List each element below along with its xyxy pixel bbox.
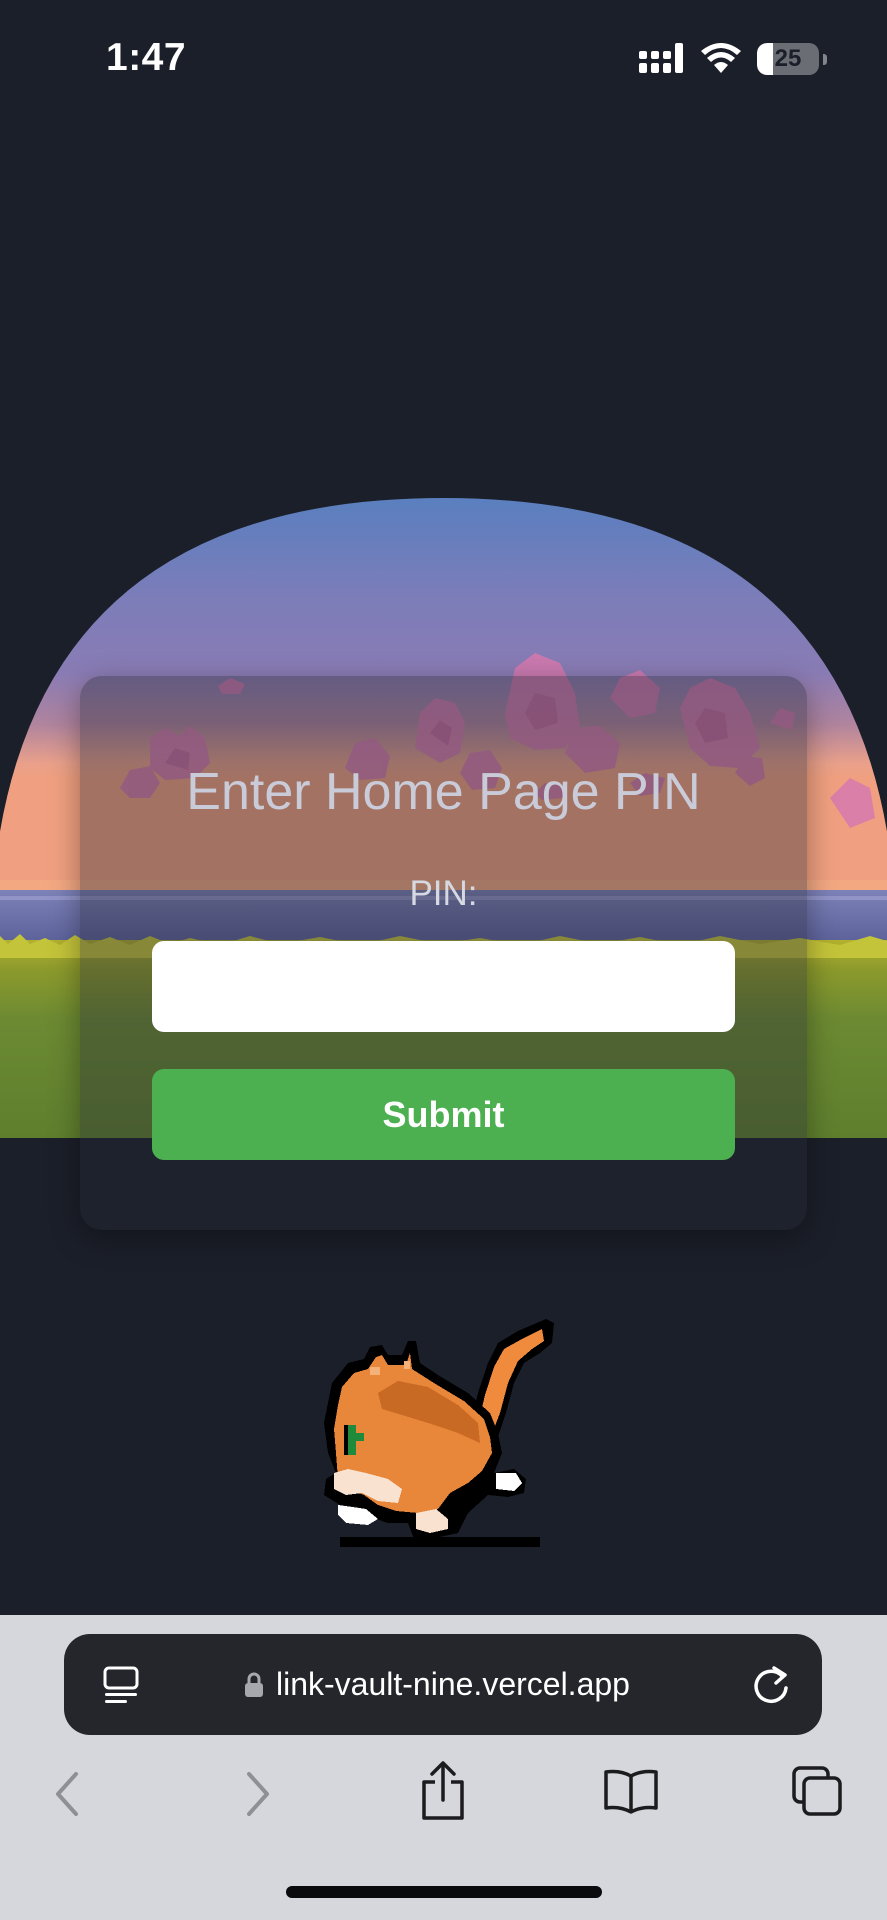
back-icon[interactable] [50,1770,84,1818]
cellular-signal-icon [639,43,683,73]
page-title: Enter Home Page PIN [186,763,701,821]
home-indicator [286,1886,602,1898]
bookmarks-icon[interactable] [602,1768,660,1814]
lock-icon [245,1672,263,1697]
reload-icon[interactable] [752,1664,792,1706]
wifi-icon [701,43,741,73]
tabs-icon[interactable] [790,1764,844,1818]
page-menu-icon[interactable] [102,1665,140,1705]
battery-icon: 25 [757,43,819,75]
battery-level: 25 [774,45,802,72]
pin-label: PIN: [409,874,478,913]
battery-tip [823,53,827,65]
forward-icon[interactable] [241,1770,275,1818]
pin-input[interactable] [152,941,735,1032]
submit-button[interactable]: Submit [152,1069,735,1160]
status-indicators: 25 [639,40,827,78]
share-icon[interactable] [418,1760,468,1822]
status-time: 1:47 [106,36,187,79]
screen: 1:47 25 Enter Home Page PIN PIN: Submit … [0,0,887,1920]
url-text[interactable]: link-vault-nine.vercel.app [276,1634,630,1735]
pixel-cat-image [324,1319,554,1547]
